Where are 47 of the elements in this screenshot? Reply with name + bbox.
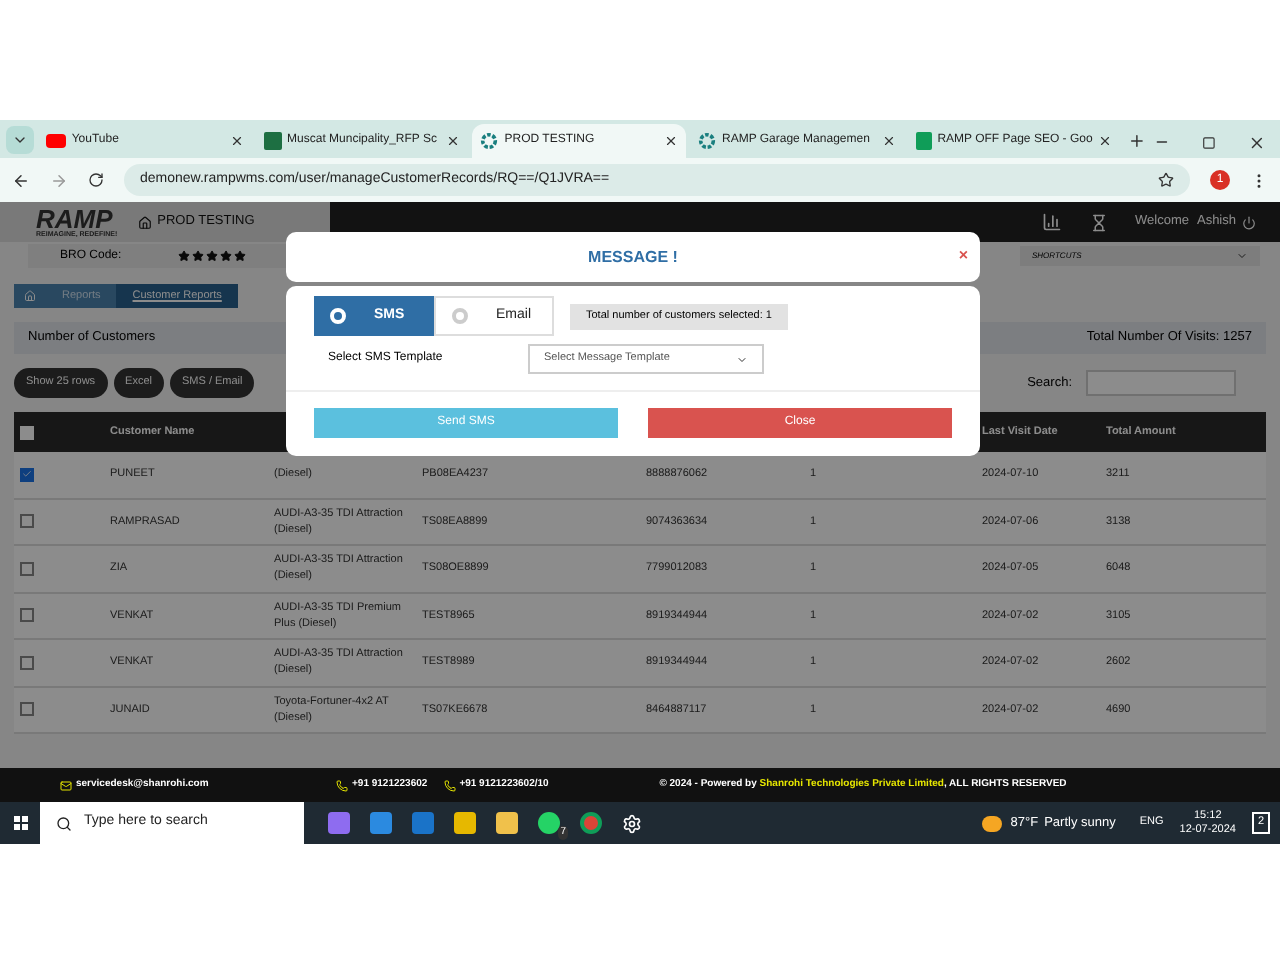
reload-icon[interactable] [88,172,104,188]
settings-icon[interactable] [622,813,642,833]
close-icon[interactable] [446,134,461,148]
app-icon[interactable] [328,812,350,834]
logo: RAMP [36,205,113,232]
chart-icon[interactable] [1041,212,1061,232]
gear-icon [697,132,716,150]
row-checkbox[interactable] [20,514,34,529]
home-icon[interactable] [137,215,152,229]
app-icon[interactable] [454,812,476,834]
home-button[interactable] [14,284,46,308]
search-icon [56,815,72,831]
close-button[interactable]: × [958,248,968,264]
phone-icon [336,779,348,791]
row-checkbox[interactable] [20,561,34,576]
gear-icon [480,132,499,150]
modal-title: MESSAGE ! [588,245,678,269]
back-icon[interactable] [12,171,30,189]
close-icon[interactable] [881,134,896,148]
select-all-checkbox[interactable] [20,425,34,439]
star-icon[interactable] [1158,172,1174,188]
home-icon [24,290,36,302]
row-checkbox[interactable] [20,467,34,482]
browser-icon[interactable] [580,812,602,834]
search-field[interactable] [1086,370,1236,396]
row-checkbox[interactable] [20,608,34,623]
close-icon[interactable] [1098,134,1113,148]
phone-icon [443,779,456,791]
forward-icon[interactable] [50,171,68,189]
row-checkbox[interactable] [20,702,34,717]
caret-icon [1236,250,1248,262]
caret-icon [11,132,28,148]
tab-list-button[interactable] [6,126,34,154]
power-icon[interactable] [1242,215,1256,229]
mail-icon [60,779,72,791]
new-tab-icon[interactable] [1128,132,1147,150]
app-icon[interactable] [370,812,392,834]
hourglass-icon[interactable] [1089,213,1107,231]
close-icon[interactable] [1248,134,1266,152]
video-icon [45,134,66,148]
caret-icon [736,353,748,365]
weather-icon [982,815,1003,831]
app-icon[interactable] [496,812,518,834]
close-icon[interactable] [663,134,678,148]
row-checkbox[interactable] [20,655,34,670]
close-icon[interactable] [229,134,244,148]
restore-icon[interactable] [1202,136,1217,150]
